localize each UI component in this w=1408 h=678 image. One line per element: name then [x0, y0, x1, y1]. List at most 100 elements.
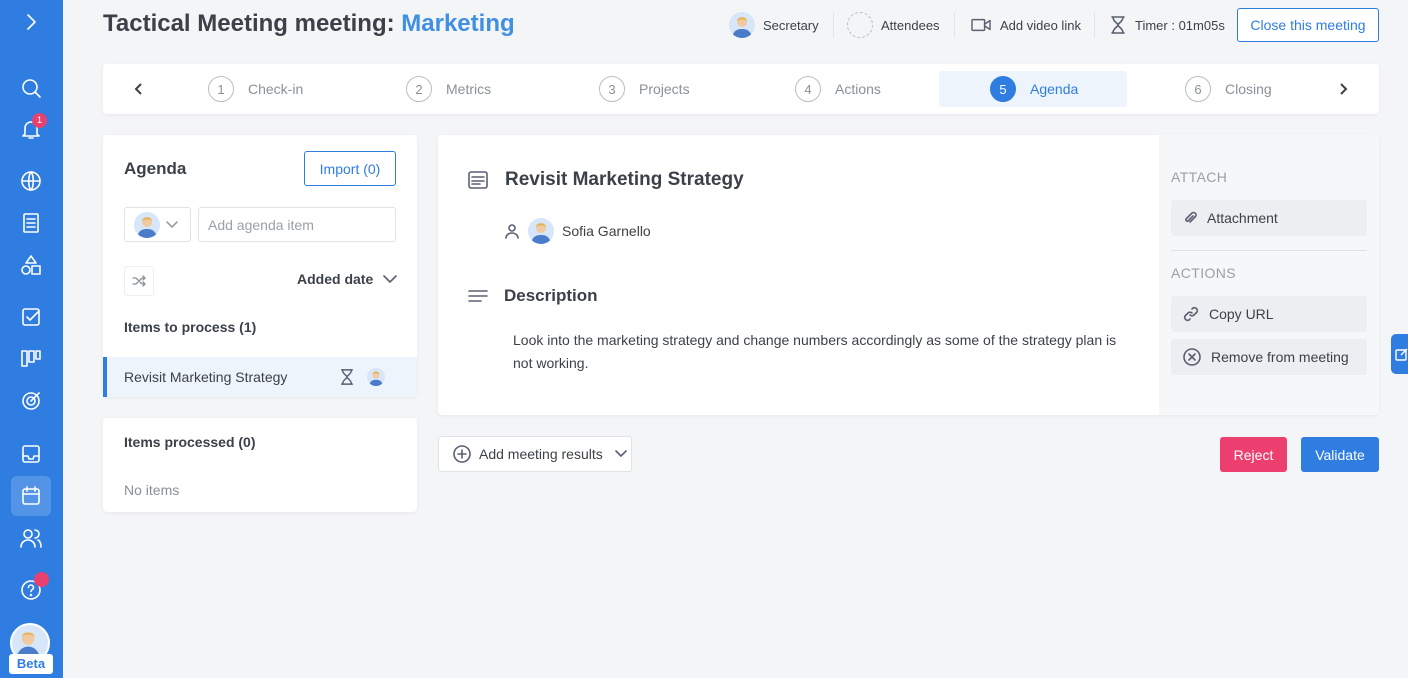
edit-icon: [1395, 348, 1408, 361]
feedback-tab[interactable]: [1391, 334, 1408, 374]
timer[interactable]: Timer : 01m05s: [1109, 10, 1225, 40]
description-heading: Description: [504, 286, 598, 305]
page-title-topic: Marketing: [401, 10, 515, 37]
step-label: Closing: [1225, 81, 1272, 97]
page-title-prefix: Tactical Meeting meeting:: [103, 10, 395, 37]
sidebar-item-inbox[interactable]: [11, 434, 51, 474]
notification-badge: 1: [32, 113, 47, 128]
chevron-right-icon: [1340, 83, 1348, 95]
add-video-link-button[interactable]: Add video link: [970, 10, 1081, 40]
video-camera-icon: [971, 18, 991, 32]
validate-button[interactable]: Validate: [1301, 437, 1379, 472]
owner-name: Sofia Garnello: [562, 223, 651, 239]
step-label: Agenda: [1030, 81, 1079, 97]
step-number: 2: [406, 76, 432, 102]
step-metrics[interactable]: 2 Metrics: [396, 71, 501, 107]
chevron-right-icon: [27, 14, 36, 30]
stepper-prev-button[interactable]: [127, 77, 151, 101]
beta-badge: Beta: [9, 654, 53, 674]
chevron-left-icon: [134, 83, 142, 95]
sidebar-item-shapes[interactable]: [11, 245, 51, 285]
agenda-item-title[interactable]: Revisit Marketing Strategy: [505, 169, 744, 191]
search-button[interactable]: [11, 68, 51, 108]
owner-avatar: [528, 218, 554, 244]
attachment-label: Attachment: [1207, 210, 1278, 226]
calendar-icon: [22, 486, 40, 505]
sidebar-item-users[interactable]: [11, 518, 51, 558]
import-button[interactable]: Import (0): [304, 151, 396, 186]
sidebar-item-boards[interactable]: [11, 339, 51, 379]
agenda-item-detail: Revisit Marketing Strategy Sofia Garnell…: [438, 135, 1379, 415]
shuffle-button[interactable]: [124, 266, 154, 296]
link-icon: [1183, 306, 1199, 322]
meeting-stepper: 1 Check-in 2 Metrics 3 Projects 4 Action…: [103, 64, 1379, 114]
agenda-item-row[interactable]: Revisit Marketing Strategy: [103, 357, 417, 397]
step-label: Projects: [639, 81, 690, 97]
chevron-down-icon: [383, 275, 398, 283]
users-icon: [20, 529, 42, 548]
hourglass-icon: [1111, 16, 1125, 34]
expand-sidebar-button[interactable]: [11, 2, 51, 42]
attendees-button[interactable]: Attendees: [847, 10, 940, 40]
step-number: 3: [599, 76, 625, 102]
kanban-icon: [21, 350, 41, 367]
side-divider: [1171, 250, 1367, 251]
reject-button[interactable]: Reject: [1220, 437, 1287, 472]
step-label: Check-in: [248, 81, 304, 97]
step-check-in[interactable]: 1 Check-in: [198, 71, 313, 107]
hourglass-icon: [340, 369, 354, 385]
attendees-label: Attendees: [881, 17, 940, 33]
remove-from-meeting-button[interactable]: Remove from meeting: [1171, 339, 1367, 375]
detail-sidebar: ATTACH Attachment ACTIONS Copy URL Remov…: [1159, 135, 1379, 415]
stepper-next-button[interactable]: [1331, 77, 1355, 101]
copy-url-button[interactable]: Copy URL: [1171, 296, 1367, 332]
sidebar-item-tasks[interactable]: [11, 297, 51, 337]
step-number: 5: [990, 76, 1016, 102]
step-agenda[interactable]: 5 Agenda: [939, 71, 1127, 107]
page-title: Tactical Meeting meeting: Marketing: [103, 10, 515, 38]
actions-heading: ACTIONS: [1171, 265, 1237, 281]
step-actions[interactable]: 4 Actions: [785, 71, 891, 107]
header-divider: [954, 12, 955, 38]
sidebar: 1 Beta: [0, 0, 63, 678]
header-divider: [1094, 12, 1095, 38]
items-processed-heading: Items processed (0): [124, 434, 256, 450]
add-agenda-item-input[interactable]: [198, 207, 396, 242]
notifications-button[interactable]: 1: [11, 109, 51, 149]
globe-icon: [21, 171, 41, 191]
video-link-label: Add video link: [1000, 17, 1081, 33]
chevron-down-icon: [166, 220, 178, 228]
sort-label: Added date: [297, 271, 374, 287]
add-meeting-results-button[interactable]: Add meeting results: [438, 436, 632, 472]
agenda-panel: Agenda Import (0) Added date Items to pr…: [103, 135, 417, 397]
sidebar-item-meetings[interactable]: [11, 476, 51, 516]
agenda-item-label: Revisit Marketing Strategy: [124, 369, 288, 385]
sidebar-item-help[interactable]: [11, 570, 51, 610]
secretary-button[interactable]: Secretary: [729, 10, 819, 40]
step-closing[interactable]: 6 Closing: [1175, 71, 1282, 107]
description-text[interactable]: Look into the marketing strategy and cha…: [513, 329, 1133, 375]
search-icon: [22, 79, 41, 98]
item-owner-avatar: [367, 368, 385, 386]
sidebar-item-documents[interactable]: [11, 203, 51, 243]
sort-dropdown[interactable]: Added date: [297, 271, 398, 287]
person-icon: [505, 224, 519, 239]
owner-select[interactable]: [124, 207, 191, 242]
remove-label: Remove from meeting: [1211, 349, 1349, 365]
processed-panel: Items processed (0) No items: [103, 418, 417, 512]
sidebar-item-globe[interactable]: [11, 161, 51, 201]
sidebar-item-goals[interactable]: [11, 381, 51, 421]
text-lines-icon: [468, 290, 488, 302]
step-number: 1: [208, 76, 234, 102]
step-number: 4: [795, 76, 821, 102]
close-meeting-button[interactable]: Close this meeting: [1237, 8, 1379, 42]
target-icon: [22, 392, 40, 410]
attendees-placeholder-icon: [847, 12, 873, 38]
results-label: Add meeting results: [479, 446, 603, 462]
owner-field[interactable]: Sofia Garnello: [504, 218, 651, 244]
step-projects[interactable]: 3 Projects: [589, 71, 700, 107]
attach-heading: ATTACH: [1171, 169, 1228, 185]
attachment-button[interactable]: Attachment: [1171, 200, 1367, 236]
shuffle-icon: [132, 275, 146, 287]
secretary-avatar: [729, 12, 755, 38]
